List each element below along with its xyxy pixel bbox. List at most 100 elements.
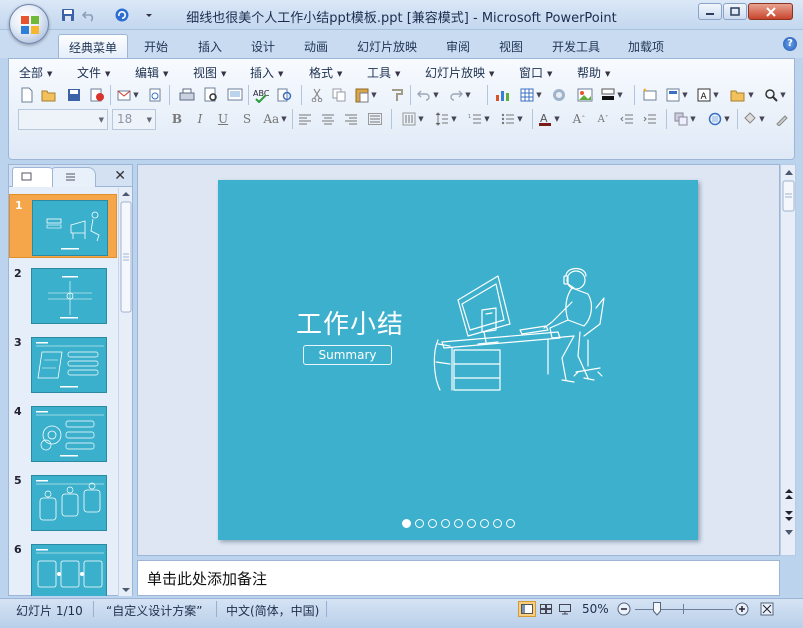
tab-slideshow[interactable]: 幻灯片放映 <box>347 34 427 58</box>
menu-insert[interactable]: 插入 ▼ <box>250 64 283 81</box>
shape-styles-icon[interactable]: ▼ <box>705 109 733 129</box>
zoom-slider-thumb[interactable] <box>653 602 661 616</box>
current-slide[interactable]: 工作小结 Summary <box>218 180 698 540</box>
menu-view[interactable]: 视图 ▼ <box>193 64 226 81</box>
email-icon[interactable]: ▼ <box>114 85 142 105</box>
align-left-icon[interactable] <box>295 109 315 129</box>
align-center-icon[interactable] <box>318 109 338 129</box>
text-direction-icon[interactable]: ▼ <box>399 109 427 129</box>
tab-addins[interactable]: 加载项 <box>618 34 674 58</box>
pager-dot[interactable] <box>427 519 437 528</box>
slide-thumbnail-4[interactable]: 4 <box>9 401 117 465</box>
clipart-icon[interactable] <box>549 85 569 105</box>
menu-all[interactable]: 全部 ▼ <box>19 64 52 81</box>
pager-dot[interactable] <box>505 519 515 528</box>
pager-dot[interactable] <box>479 519 489 528</box>
shadow-icon[interactable]: S <box>237 109 257 129</box>
minimize-button[interactable] <box>698 3 722 20</box>
normal-view-button[interactable] <box>518 601 536 617</box>
notes-field[interactable]: 单击此处添加备注 <box>137 560 780 596</box>
new-icon[interactable] <box>17 85 37 105</box>
tab-animation[interactable]: 动画 <box>294 34 338 58</box>
underline-icon[interactable]: U <box>213 109 233 129</box>
attach-icon[interactable] <box>145 85 165 105</box>
pager-dot[interactable] <box>453 519 463 528</box>
redo-toolbar-icon[interactable]: ▼ <box>446 85 474 105</box>
open-icon[interactable] <box>39 85 59 105</box>
bullets-icon[interactable]: ▼ <box>498 109 526 129</box>
pager-dot[interactable] <box>440 519 450 528</box>
slide-thumbnail-6[interactable]: 6 <box>9 539 117 596</box>
close-pane-icon[interactable]: ✕ <box>114 168 126 184</box>
permission-icon[interactable] <box>87 85 107 105</box>
textbox-icon[interactable]: A ▼ <box>694 85 722 105</box>
undo-toolbar-icon[interactable]: ▼ <box>414 85 442 105</box>
tab-review[interactable]: 审阅 <box>436 34 480 58</box>
slides-tab[interactable] <box>12 167 56 187</box>
tab-developer[interactable]: 开发工具 <box>542 34 610 58</box>
maximize-button[interactable] <box>723 3 747 20</box>
zoom-slider-track[interactable] <box>635 609 733 610</box>
slide-title[interactable]: 工作小结 <box>296 304 404 341</box>
new-slide-icon[interactable] <box>639 85 659 105</box>
font-color-icon[interactable]: A ▼ <box>535 109 563 129</box>
justify-icon[interactable] <box>365 109 385 129</box>
chart-icon[interactable] <box>493 85 513 105</box>
slide-view-icon[interactable] <box>225 85 245 105</box>
find-icon[interactable]: ▼ <box>761 85 789 105</box>
menu-slideshow[interactable]: 幻灯片放映 ▼ <box>425 64 494 81</box>
line-spacing-icon[interactable]: ▼ <box>432 109 460 129</box>
slide-scrollbar[interactable] <box>780 164 796 556</box>
thumbnail-scrollbar[interactable] <box>118 188 132 596</box>
research-icon[interactable] <box>275 85 295 105</box>
pager-dot[interactable] <box>466 519 476 528</box>
menu-format[interactable]: 格式 ▼ <box>309 64 342 81</box>
picture-icon[interactable] <box>575 85 595 105</box>
format-painter-icon[interactable] <box>387 85 407 105</box>
print-icon[interactable] <box>177 85 197 105</box>
copy-icon[interactable] <box>329 85 349 105</box>
menu-edit[interactable]: 编辑 ▼ <box>135 64 168 81</box>
menu-help[interactable]: 帮助 ▼ <box>577 64 610 81</box>
paste-icon[interactable]: ▼ <box>352 85 380 105</box>
shape-outline-icon[interactable] <box>772 109 792 129</box>
slide-thumbnail-1[interactable]: 1 <box>9 194 117 258</box>
decrease-indent-icon[interactable] <box>617 109 637 129</box>
tab-view[interactable]: 视图 <box>489 34 533 58</box>
pager-dot[interactable] <box>492 519 502 528</box>
print-preview-icon[interactable] <box>201 85 221 105</box>
cut-icon[interactable] <box>307 85 327 105</box>
zoom-in-icon[interactable] <box>733 601 751 617</box>
menu-tools[interactable]: 工具 ▼ <box>367 64 400 81</box>
zoom-level[interactable]: 50% <box>582 602 609 616</box>
fit-to-window-icon[interactable] <box>758 601 776 617</box>
numbering-icon[interactable]: 1 ▼ <box>465 109 493 129</box>
align-right-icon[interactable] <box>341 109 361 129</box>
tab-home[interactable]: 开始 <box>134 34 178 58</box>
tab-classic-menu[interactable]: 经典菜单 <box>58 34 129 58</box>
tab-insert[interactable]: 插入 <box>188 34 232 58</box>
font-size-select[interactable]: 18 ▼ <box>112 109 156 130</box>
outline-tab[interactable] <box>52 167 96 187</box>
menu-file[interactable]: 文件 ▼ <box>77 64 110 81</box>
italic-icon[interactable]: I <box>190 109 210 129</box>
font-name-select[interactable]: ▼ <box>18 109 108 130</box>
arrange-icon[interactable]: ▼ <box>671 109 699 129</box>
slide-sorter-view-button[interactable] <box>537 601 555 617</box>
language-indicator[interactable]: 中文(简体，中国) <box>226 602 319 619</box>
pager-dot[interactable] <box>414 519 424 528</box>
help-icon[interactable]: ? <box>783 37 797 51</box>
zoom-out-icon[interactable] <box>615 601 633 617</box>
slide-thumbnail-5[interactable]: 5 <box>9 470 117 534</box>
bold-icon[interactable]: B <box>167 109 187 129</box>
close-button[interactable] <box>748 3 793 20</box>
shrink-font-icon[interactable]: Aˇ <box>593 109 613 129</box>
shapes-icon[interactable]: ▼ <box>728 85 756 105</box>
grow-font-icon[interactable]: Aˆ <box>569 109 589 129</box>
slide-thumbnail-2[interactable]: 2 <box>9 263 117 327</box>
office-button[interactable] <box>9 4 49 44</box>
slideshow-view-button[interactable] <box>556 601 574 617</box>
color-scheme-icon[interactable]: ▼ <box>598 85 626 105</box>
shape-fill-icon[interactable]: ▼ <box>740 109 768 129</box>
table-icon[interactable]: ▼ <box>517 85 545 105</box>
